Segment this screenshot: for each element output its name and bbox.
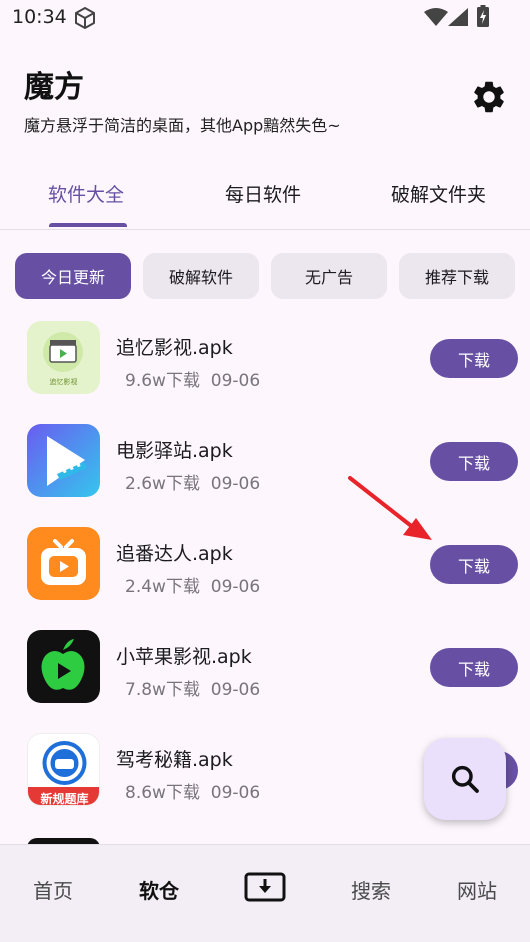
tv-replay-icon <box>27 527 100 600</box>
battery-icon <box>477 5 489 27</box>
play-film-icon <box>27 424 100 497</box>
nav-search[interactable]: 搜索 <box>331 875 411 904</box>
app-meta: 2.4w下载 09-06 <box>125 577 261 597</box>
download-button[interactable]: 下载 <box>430 442 518 481</box>
screen: 10:34 魔方 魔方悬浮于简洁的桌面，其他App黯然失色~ 软件大全 每日软件… <box>0 0 530 942</box>
list-item[interactable]: 小苹果影视.apk 7.8w下载 09-06 下载 <box>0 630 530 733</box>
icon-caption: 新规题库 <box>40 792 89 806</box>
icon-caption: 追忆影视 <box>49 378 78 386</box>
app-meta: 8.6w下载 09-06 <box>125 783 261 803</box>
tab-software-all[interactable]: 软件大全 <box>48 180 124 207</box>
gear-icon[interactable] <box>470 78 508 116</box>
tab-bar: 软件大全 每日软件 破解文件夹 <box>0 160 530 230</box>
status-time: 10:34 <box>12 6 67 28</box>
app-meta: 7.8w下载 09-06 <box>125 680 261 700</box>
signal-icon <box>448 8 468 26</box>
download-box-icon[interactable] <box>244 872 286 902</box>
app-meta: 2.6w下载 09-06 <box>125 474 261 494</box>
app-name: 追忆影视.apk <box>116 337 233 359</box>
tab-crack-folder[interactable]: 破解文件夹 <box>391 180 486 207</box>
list-item[interactable]: 电影驿站.apk 2.6w下载 09-06 下载 <box>0 424 530 527</box>
app-name: 追番达人.apk <box>116 543 233 565</box>
film-clapper-icon: 追忆影视 <box>27 321 100 394</box>
download-button[interactable]: 下载 <box>430 339 518 378</box>
app-name: 驾考秘籍.apk <box>116 749 233 771</box>
app-name: 小苹果影视.apk <box>116 646 252 668</box>
status-bar: 10:34 <box>0 0 530 36</box>
nav-software-store[interactable]: 软仓 <box>119 875 199 904</box>
chip-today-update[interactable]: 今日更新 <box>15 253 131 299</box>
nav-home[interactable]: 首页 <box>13 875 93 904</box>
steering-car-icon: 新规题库 <box>27 733 100 806</box>
chip-no-ads[interactable]: 无广告 <box>271 253 387 299</box>
chip-crack-software[interactable]: 破解软件 <box>143 253 259 299</box>
download-button[interactable]: 下载 <box>430 545 518 584</box>
tab-indicator <box>49 223 127 227</box>
app-meta: 9.6w下载 09-06 <box>125 371 261 391</box>
download-button[interactable]: 下载 <box>430 648 518 687</box>
list-item[interactable]: 追忆影视 追忆影视.apk 9.6w下载 09-06 下载 <box>0 321 530 424</box>
search-fab[interactable] <box>424 738 506 820</box>
chip-recommended[interactable]: 推荐下载 <box>399 253 515 299</box>
app-name: 电影驿站.apk <box>116 440 233 462</box>
tab-daily-software[interactable]: 每日软件 <box>225 180 301 207</box>
cube-icon <box>75 7 95 29</box>
app-subtitle: 魔方悬浮于简洁的桌面，其他App黯然失色~ <box>24 116 341 135</box>
nav-websites[interactable]: 网站 <box>437 875 517 904</box>
list-item[interactable]: 追番达人.apk 2.4w下载 09-06 下载 <box>0 527 530 630</box>
app-title: 魔方 <box>24 70 84 105</box>
search-icon <box>451 765 479 793</box>
wifi-icon <box>424 8 448 26</box>
apple-play-icon <box>27 630 100 703</box>
bottom-nav: 首页 软仓 搜索 网站 <box>0 844 530 942</box>
